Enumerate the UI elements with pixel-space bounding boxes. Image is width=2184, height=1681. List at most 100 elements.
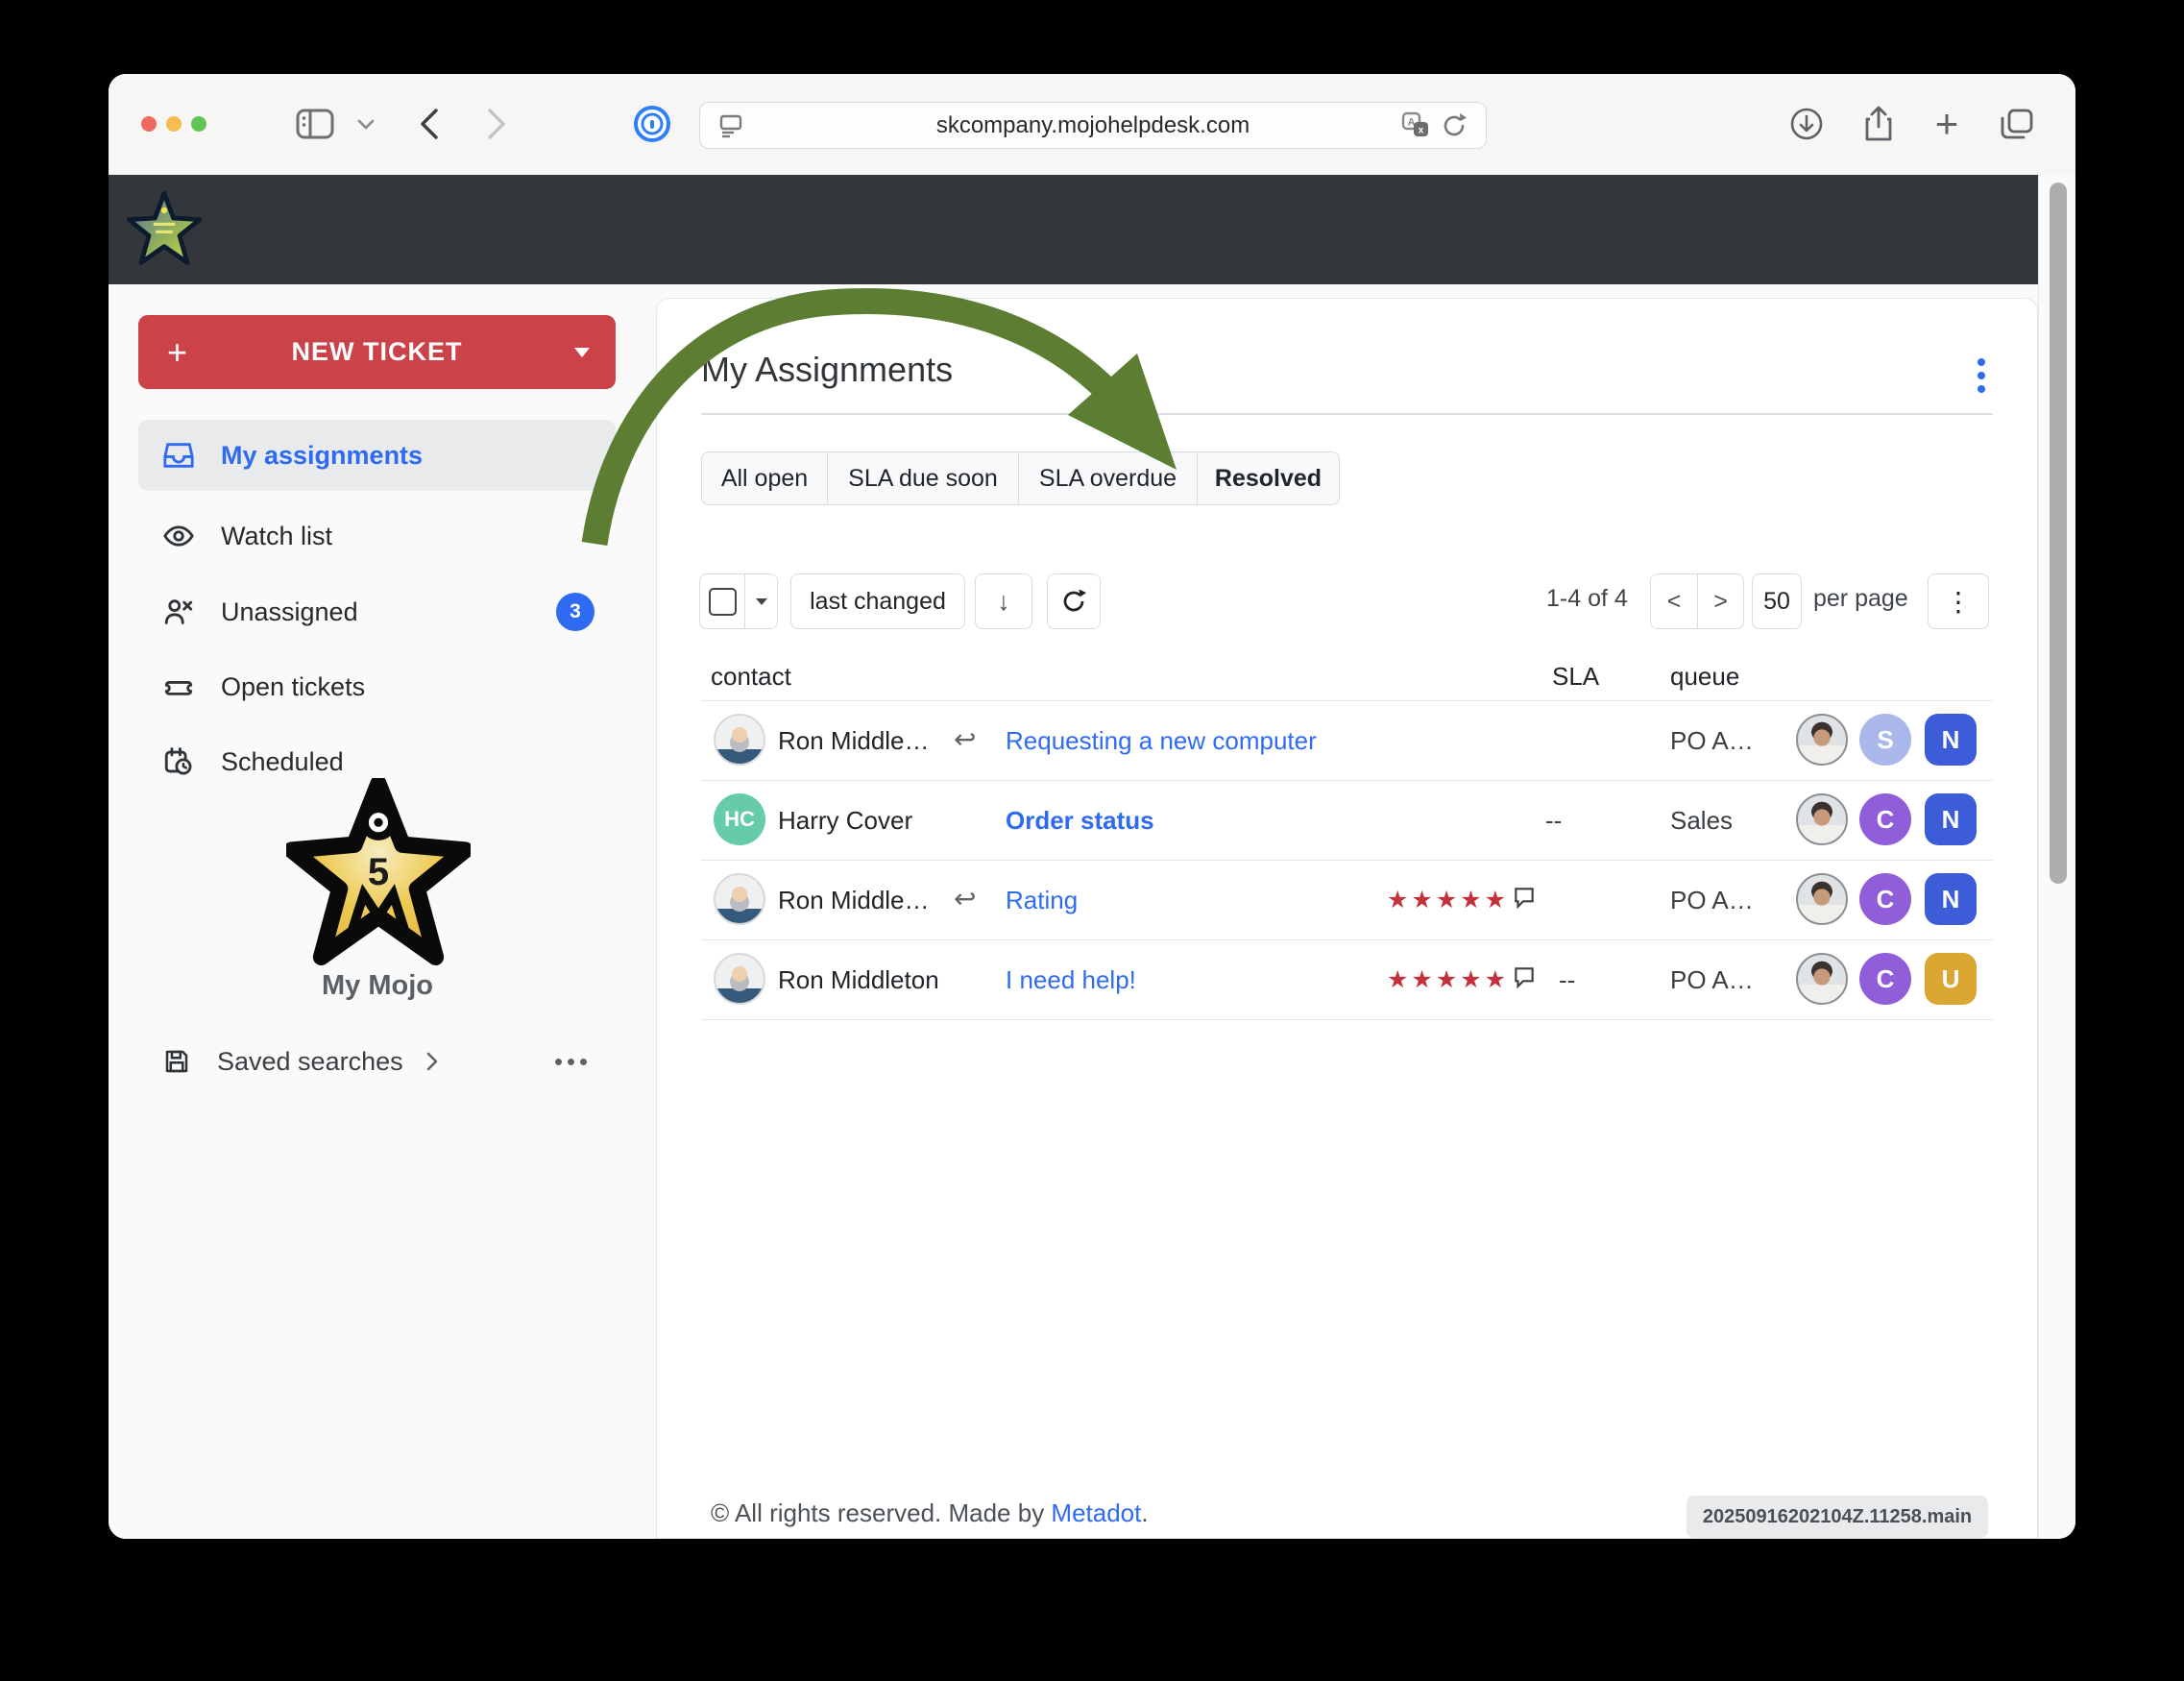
assignee-avatar[interactable]: [1796, 714, 1848, 766]
ticket-subject-link[interactable]: Requesting a new computer: [1006, 726, 1317, 756]
page-settings-icon[interactable]: [717, 112, 744, 139]
assignee-avatar[interactable]: [1796, 873, 1848, 925]
assignee-avatar[interactable]: [1796, 793, 1848, 845]
prev-page-button[interactable]: <: [1651, 574, 1698, 628]
password-extension-icon[interactable]: [631, 103, 673, 145]
sidebar-item-label: My assignments: [221, 441, 423, 471]
contact-avatar: [714, 714, 765, 766]
sort-field-button[interactable]: last changed: [790, 573, 965, 629]
sidebar-toggle-icon[interactable]: [292, 103, 338, 145]
tab-sla-due-soon[interactable]: SLA due soon: [828, 452, 1019, 504]
url-text: skcompany.mojohelpdesk.com: [936, 112, 1250, 139]
translate-icon[interactable]: Ax: [1401, 111, 1430, 140]
browser-window: skcompany.mojohelpdesk.com Ax +: [109, 74, 2075, 1539]
tab-all-open[interactable]: All open: [702, 452, 828, 504]
next-page-button[interactable]: >: [1698, 574, 1743, 628]
close-window-button[interactable]: [141, 116, 157, 132]
saved-searches-label: Saved searches: [217, 1047, 403, 1077]
sidebar-item-label: Watch list: [221, 522, 332, 551]
sla-value: --: [1545, 806, 1562, 836]
copyright-text: © All rights reserved. Made by: [711, 1498, 1051, 1527]
sidebar-item-unassigned[interactable]: Unassigned 3: [138, 576, 616, 647]
sidebar-item-saved-searches[interactable]: Saved searches: [138, 1026, 616, 1097]
sidebar-item-watch-list[interactable]: Watch list: [138, 500, 616, 572]
back-button[interactable]: [408, 103, 450, 145]
table-divider: [701, 1019, 1993, 1020]
ticket-subject-link[interactable]: I need help!: [1006, 965, 1136, 995]
eye-icon: [162, 520, 195, 552]
assignee-badge[interactable]: C: [1859, 873, 1911, 925]
address-bar[interactable]: skcompany.mojohelpdesk.com Ax: [699, 102, 1487, 149]
forward-button[interactable]: [475, 103, 518, 145]
new-ticket-caret-down-icon: [573, 347, 591, 358]
mojo-score: 5: [286, 851, 471, 894]
zoom-window-button[interactable]: [191, 116, 206, 132]
table-divider: [701, 700, 1993, 701]
ticket-subject-link[interactable]: Order status: [1006, 806, 1154, 836]
comment-icon: [1512, 885, 1537, 910]
company-logo[interactable]: [126, 190, 203, 269]
toolbar-chevron-down-icon[interactable]: [351, 103, 381, 145]
tab-resolved[interactable]: Resolved: [1198, 452, 1339, 504]
rating-stars: ★★★★★: [1387, 965, 1509, 994]
mojo-star-graphic: 5: [286, 778, 471, 968]
reply-icon: ↩: [954, 883, 976, 914]
refresh-button[interactable]: [1047, 573, 1101, 629]
new-ticket-label: NEW TICKET: [292, 337, 463, 367]
assignee-badge[interactable]: N: [1925, 714, 1977, 766]
downloads-button[interactable]: [1785, 103, 1828, 145]
contact-name: Ron Middleton: [778, 965, 939, 995]
scrollbar-thumb[interactable]: [2050, 183, 2067, 884]
tab-sla-overdue[interactable]: SLA overdue: [1019, 452, 1198, 504]
queue-name: PO A…: [1670, 726, 1754, 756]
minimize-window-button[interactable]: [166, 116, 182, 132]
page-title: My Assignments: [701, 350, 953, 390]
contact-name: Ron Middle…: [778, 886, 930, 915]
assignee-badge[interactable]: C: [1859, 793, 1911, 845]
select-menu-caret-icon[interactable]: [745, 574, 777, 628]
sidebar-item-label: Scheduled: [221, 747, 344, 777]
assignee-avatar[interactable]: [1796, 953, 1848, 1005]
reload-icon[interactable]: [1440, 111, 1468, 140]
reply-icon: ↩: [954, 723, 976, 755]
assignee-badge[interactable]: U: [1925, 953, 1977, 1005]
assignee-badge[interactable]: N: [1925, 873, 1977, 925]
saved-searches-menu-icon[interactable]: [555, 1059, 587, 1065]
new-ticket-button[interactable]: + NEW TICKET: [138, 315, 616, 389]
pagination-buttons: < >: [1650, 573, 1744, 629]
contact-avatar: [714, 953, 765, 1005]
mojo-label: My Mojo: [233, 970, 522, 1002]
table-divider: [701, 939, 1993, 940]
assignee-badge[interactable]: N: [1925, 793, 1977, 845]
queue-name: PO A…: [1670, 886, 1754, 915]
contact-name: Harry Cover: [778, 806, 912, 836]
new-tab-button[interactable]: +: [1926, 103, 1968, 145]
share-button[interactable]: [1857, 103, 1900, 145]
list-menu-kebab-button[interactable]: ⋮: [1928, 573, 1989, 629]
contact-name: Ron Middle…: [778, 726, 930, 756]
copyright-period: .: [1141, 1498, 1148, 1527]
floppy-disk-icon: [162, 1047, 191, 1076]
sidebar-item-my-assignments[interactable]: My assignments: [138, 420, 616, 491]
column-header-sla[interactable]: SLA: [1552, 662, 1599, 692]
page-menu-kebab-icon[interactable]: [1962, 354, 2001, 397]
column-header-queue[interactable]: queue: [1670, 662, 1739, 692]
table-divider: [701, 860, 1993, 861]
plus-icon: +: [167, 332, 188, 373]
sidebar-item-open-tickets[interactable]: Open tickets: [138, 651, 616, 722]
footer-copyright: © All rights reserved. Made by Metadot.: [711, 1498, 1149, 1528]
select-all-split-button: [699, 573, 778, 629]
assignee-badge[interactable]: C: [1859, 953, 1911, 1005]
sort-direction-button[interactable]: ↓: [975, 573, 1032, 629]
page-scrollbar[interactable]: [2038, 175, 2075, 1539]
metadot-link[interactable]: Metadot: [1051, 1498, 1141, 1527]
select-all-checkbox[interactable]: [700, 574, 745, 628]
ticket-subject-link[interactable]: Rating: [1006, 886, 1078, 915]
page-size-input[interactable]: 50: [1752, 573, 1802, 629]
tab-overview-button[interactable]: [1994, 103, 2040, 145]
column-header-contact[interactable]: contact: [711, 662, 791, 692]
app-header: SK Company ! status.id:(50 OR 60) AND as…: [109, 175, 2038, 284]
sla-value: --: [1559, 965, 1575, 995]
assignee-badge[interactable]: S: [1859, 714, 1911, 766]
sidebar-item-label: Unassigned: [221, 597, 358, 627]
